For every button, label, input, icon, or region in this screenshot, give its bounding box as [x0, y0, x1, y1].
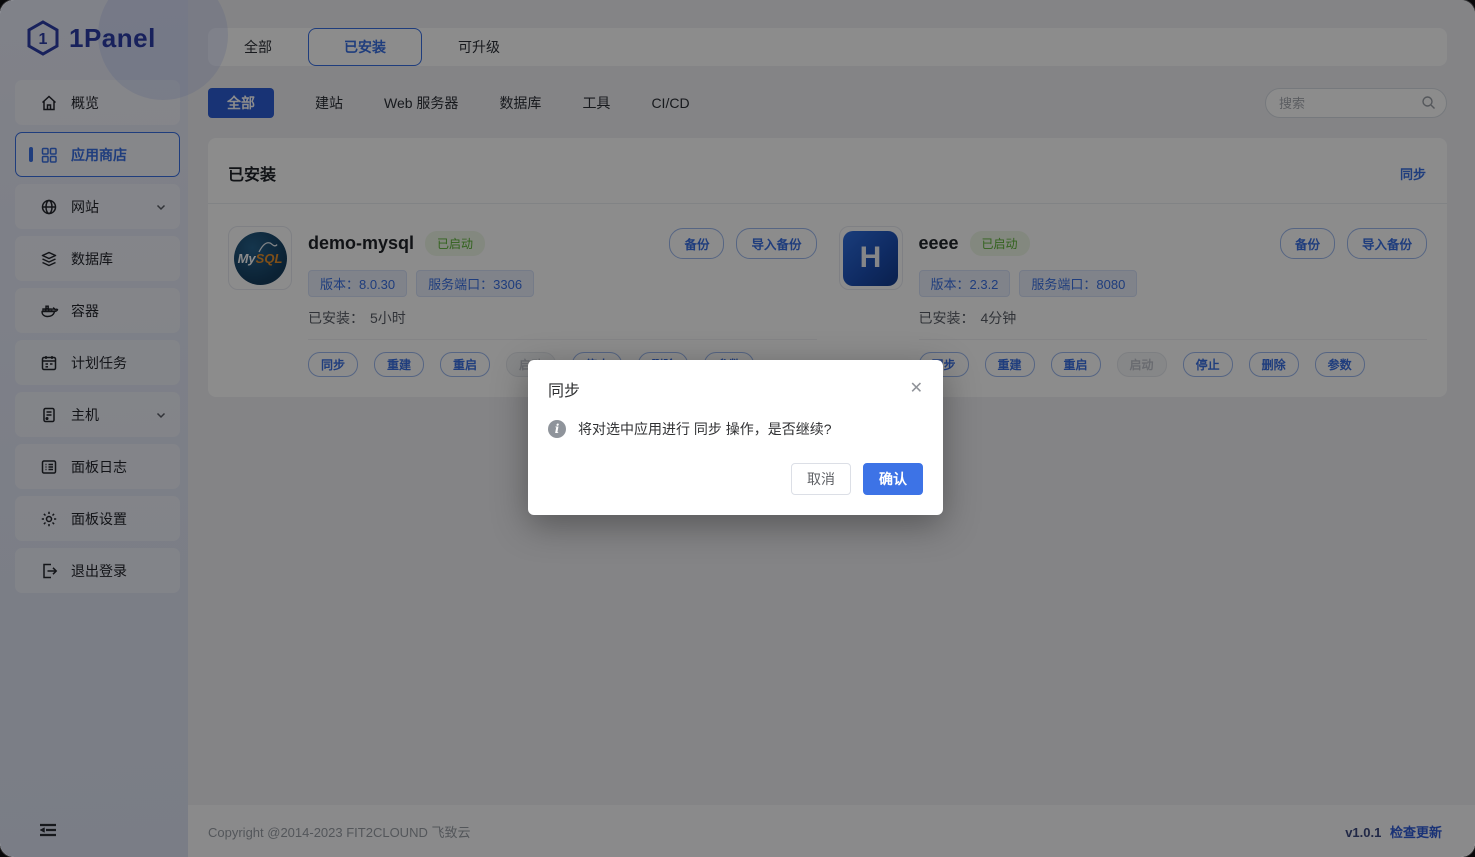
- confirm-button[interactable]: 确认: [863, 463, 923, 495]
- cancel-button[interactable]: 取消: [791, 463, 851, 495]
- dialog-title: 同步: [548, 377, 580, 401]
- dialog-header: 同步 ✕: [548, 377, 923, 401]
- close-icon[interactable]: ✕: [910, 381, 923, 397]
- dialog-message: 将对选中应用进行 同步 操作，是否继续?: [578, 418, 832, 440]
- dialog-footer: 取消 确认: [548, 463, 923, 495]
- app-window: 1 1Panel 概览 应用商店: [0, 0, 1475, 857]
- dialog-body: i 将对选中应用进行 同步 操作，是否继续?: [548, 418, 923, 440]
- info-icon: i: [548, 420, 566, 438]
- sync-confirm-dialog: 同步 ✕ i 将对选中应用进行 同步 操作，是否继续? 取消 确认: [528, 360, 943, 515]
